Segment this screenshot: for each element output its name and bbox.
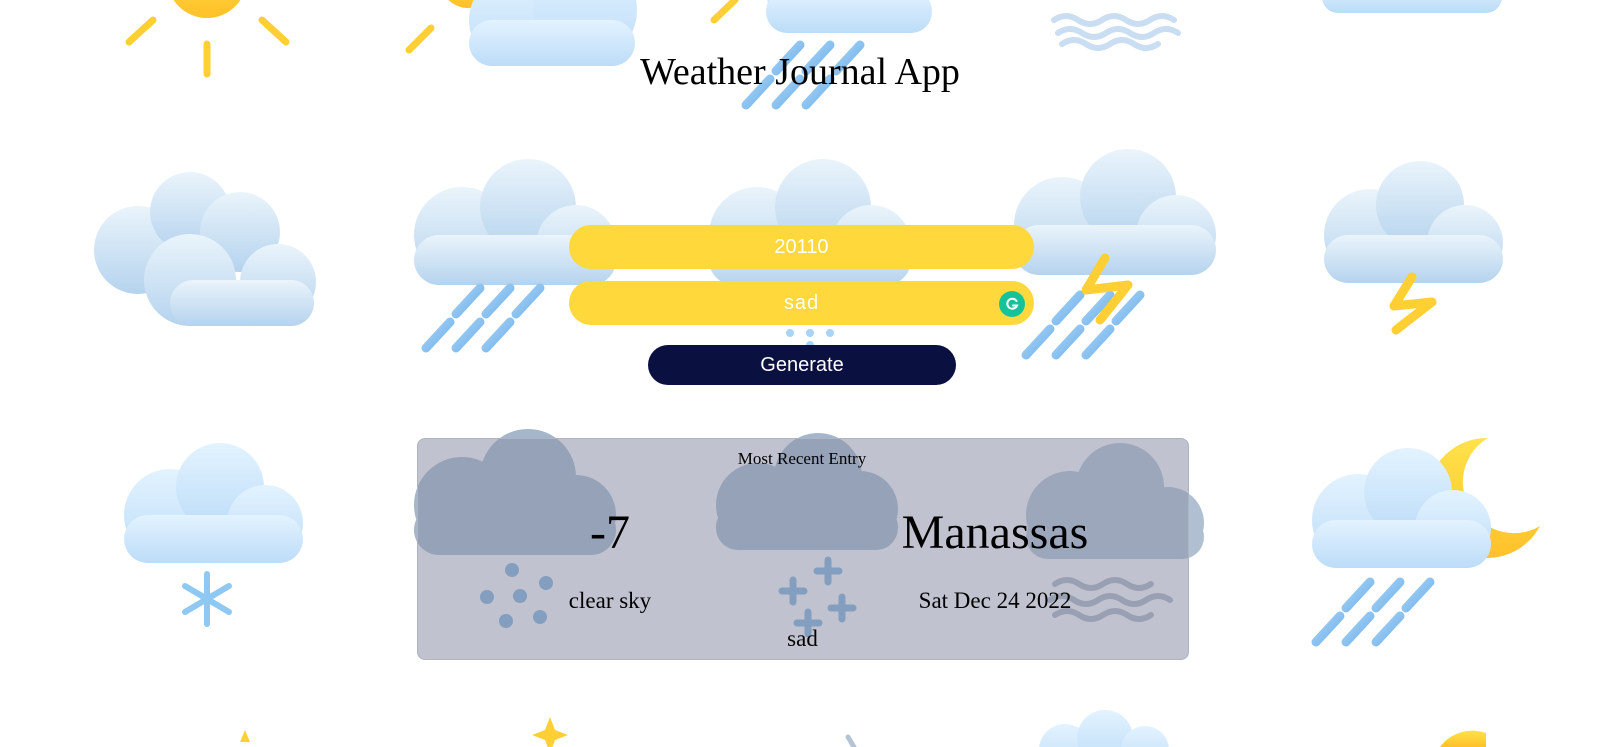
grammarly-icon[interactable] [999,291,1025,317]
sparkle-icon [240,717,568,747]
entry-description: clear sky [568,588,652,613]
thunder-cloud-icon [1014,149,1216,355]
entry-temperature: -7 [590,506,630,559]
cloud-icon [94,172,316,326]
zip-input[interactable] [569,225,1034,269]
cloud-icon [1039,710,1169,747]
feelings-input[interactable] [569,281,1034,325]
entry-heading: Most Recent Entry [737,449,867,468]
entry-feelings: sad [787,626,818,651]
moon-icon [1440,730,1486,747]
moon-rain-cloud-icon [1312,437,1540,642]
entry-date: Sat Dec 24 2022 [918,588,1072,613]
snow-cloud-icon [124,443,303,627]
fog-icon [1051,13,1181,51]
cloud-icon [1322,0,1502,13]
entry-city: Manassas [901,506,1089,559]
thunder-cloud-icon [1324,161,1503,335]
generate-button[interactable]: Generate [648,345,956,385]
page-title: Weather Journal App [640,51,960,93]
